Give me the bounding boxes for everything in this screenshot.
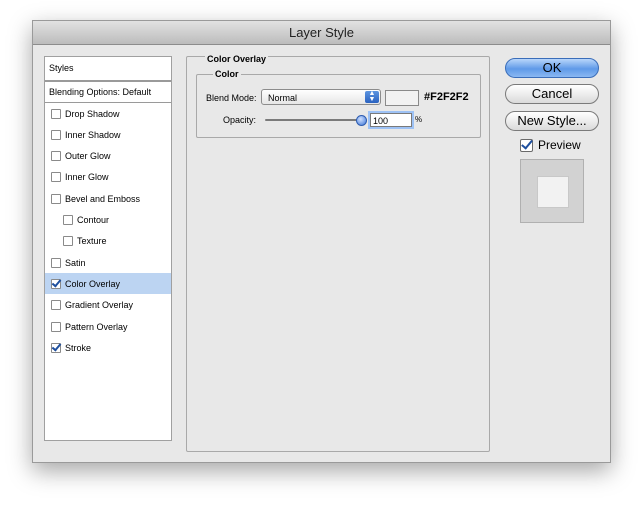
updown-arrows-icon: ▲ ▼: [365, 90, 379, 103]
style-item-label: Inner Glow: [65, 172, 109, 183]
dialog-title: Layer Style: [288, 25, 355, 40]
style-item-checkbox[interactable]: [51, 193, 61, 204]
color-hex-value: #F2F2F2: [424, 91, 469, 103]
style-item-checkbox[interactable]: [51, 257, 61, 268]
style-item-label: Texture: [77, 236, 107, 247]
style-item-label: Drop Shadow: [65, 108, 120, 119]
style-item[interactable]: Inner Glow: [45, 167, 171, 188]
ok-button[interactable]: OK: [505, 58, 599, 78]
style-item-label: Contour: [77, 215, 110, 225]
style-item-label: Bevel and Emboss: [65, 193, 141, 204]
blending-options-item[interactable]: Blending Options: Default: [45, 82, 171, 103]
style-item[interactable]: Stroke: [45, 337, 171, 358]
opacity-slider[interactable]: [265, 115, 367, 126]
style-item[interactable]: Pattern Overlay: [45, 316, 171, 337]
style-item[interactable]: Contour: [45, 210, 171, 231]
color-swatch[interactable]: [385, 90, 419, 106]
style-item-label: Satin: [65, 257, 86, 268]
style-item-checkbox[interactable]: [51, 172, 61, 183]
preview-swatch: [537, 176, 569, 208]
style-item-label: Outer Glow: [65, 151, 111, 162]
style-item-checkbox[interactable]: [63, 215, 73, 225]
style-item-label: Color Overlay: [65, 278, 121, 289]
style-item[interactable]: Satin: [45, 252, 171, 273]
blend-mode-label: Blend Mode:: [206, 93, 257, 103]
cancel-button[interactable]: Cancel: [505, 84, 599, 104]
style-item-checkbox[interactable]: [51, 278, 61, 289]
style-item-label: Pattern Overlay: [65, 321, 128, 332]
style-item-checkbox[interactable]: [51, 321, 61, 332]
style-item-checkbox[interactable]: [51, 129, 61, 140]
layer-style-dialog: Layer Style Styles Blending Options: Def…: [32, 20, 611, 463]
preview-thumbnail: [520, 159, 584, 223]
styles-header[interactable]: Styles: [45, 57, 171, 82]
group-title: Color: [213, 69, 241, 79]
style-item-label: Gradient Overlay: [65, 300, 134, 311]
style-item-checkbox[interactable]: [51, 108, 61, 119]
style-item-checkbox[interactable]: [63, 236, 73, 247]
opacity-label: Opacity:: [223, 115, 257, 125]
section-title: Color Overlay: [205, 54, 269, 64]
style-item[interactable]: Inner Shadow: [45, 124, 171, 145]
blend-mode-select[interactable]: Normal ▲ ▼: [261, 89, 381, 105]
preview-toggle[interactable]: Preview: [520, 138, 581, 152]
opacity-input[interactable]: 100: [368, 111, 414, 129]
style-item-checkbox[interactable]: [51, 342, 61, 353]
style-item[interactable]: Outer Glow: [45, 146, 171, 167]
preview-checkbox[interactable]: [520, 138, 533, 152]
style-item[interactable]: Texture: [45, 231, 171, 252]
blend-mode-value: Normal: [268, 93, 298, 103]
style-item[interactable]: Gradient Overlay: [45, 295, 171, 316]
style-item[interactable]: Drop Shadow: [45, 103, 171, 124]
style-item[interactable]: Color Overlay: [45, 273, 171, 295]
title-bar[interactable]: Layer Style: [33, 21, 610, 45]
style-item-checkbox[interactable]: [51, 151, 61, 162]
style-item-label: Inner Shadow: [65, 129, 121, 140]
opacity-slider-knob[interactable]: [356, 115, 367, 126]
style-item-checkbox[interactable]: [51, 300, 61, 311]
color-group: [196, 74, 481, 138]
style-item-label: Stroke: [65, 342, 92, 353]
new-style-button[interactable]: New Style...: [505, 111, 599, 131]
styles-list: Styles Blending Options: Default Drop Sh…: [44, 56, 172, 441]
preview-label: Preview: [538, 138, 581, 152]
opacity-unit: %: [415, 115, 423, 124]
style-item[interactable]: Bevel and Emboss: [45, 188, 171, 209]
